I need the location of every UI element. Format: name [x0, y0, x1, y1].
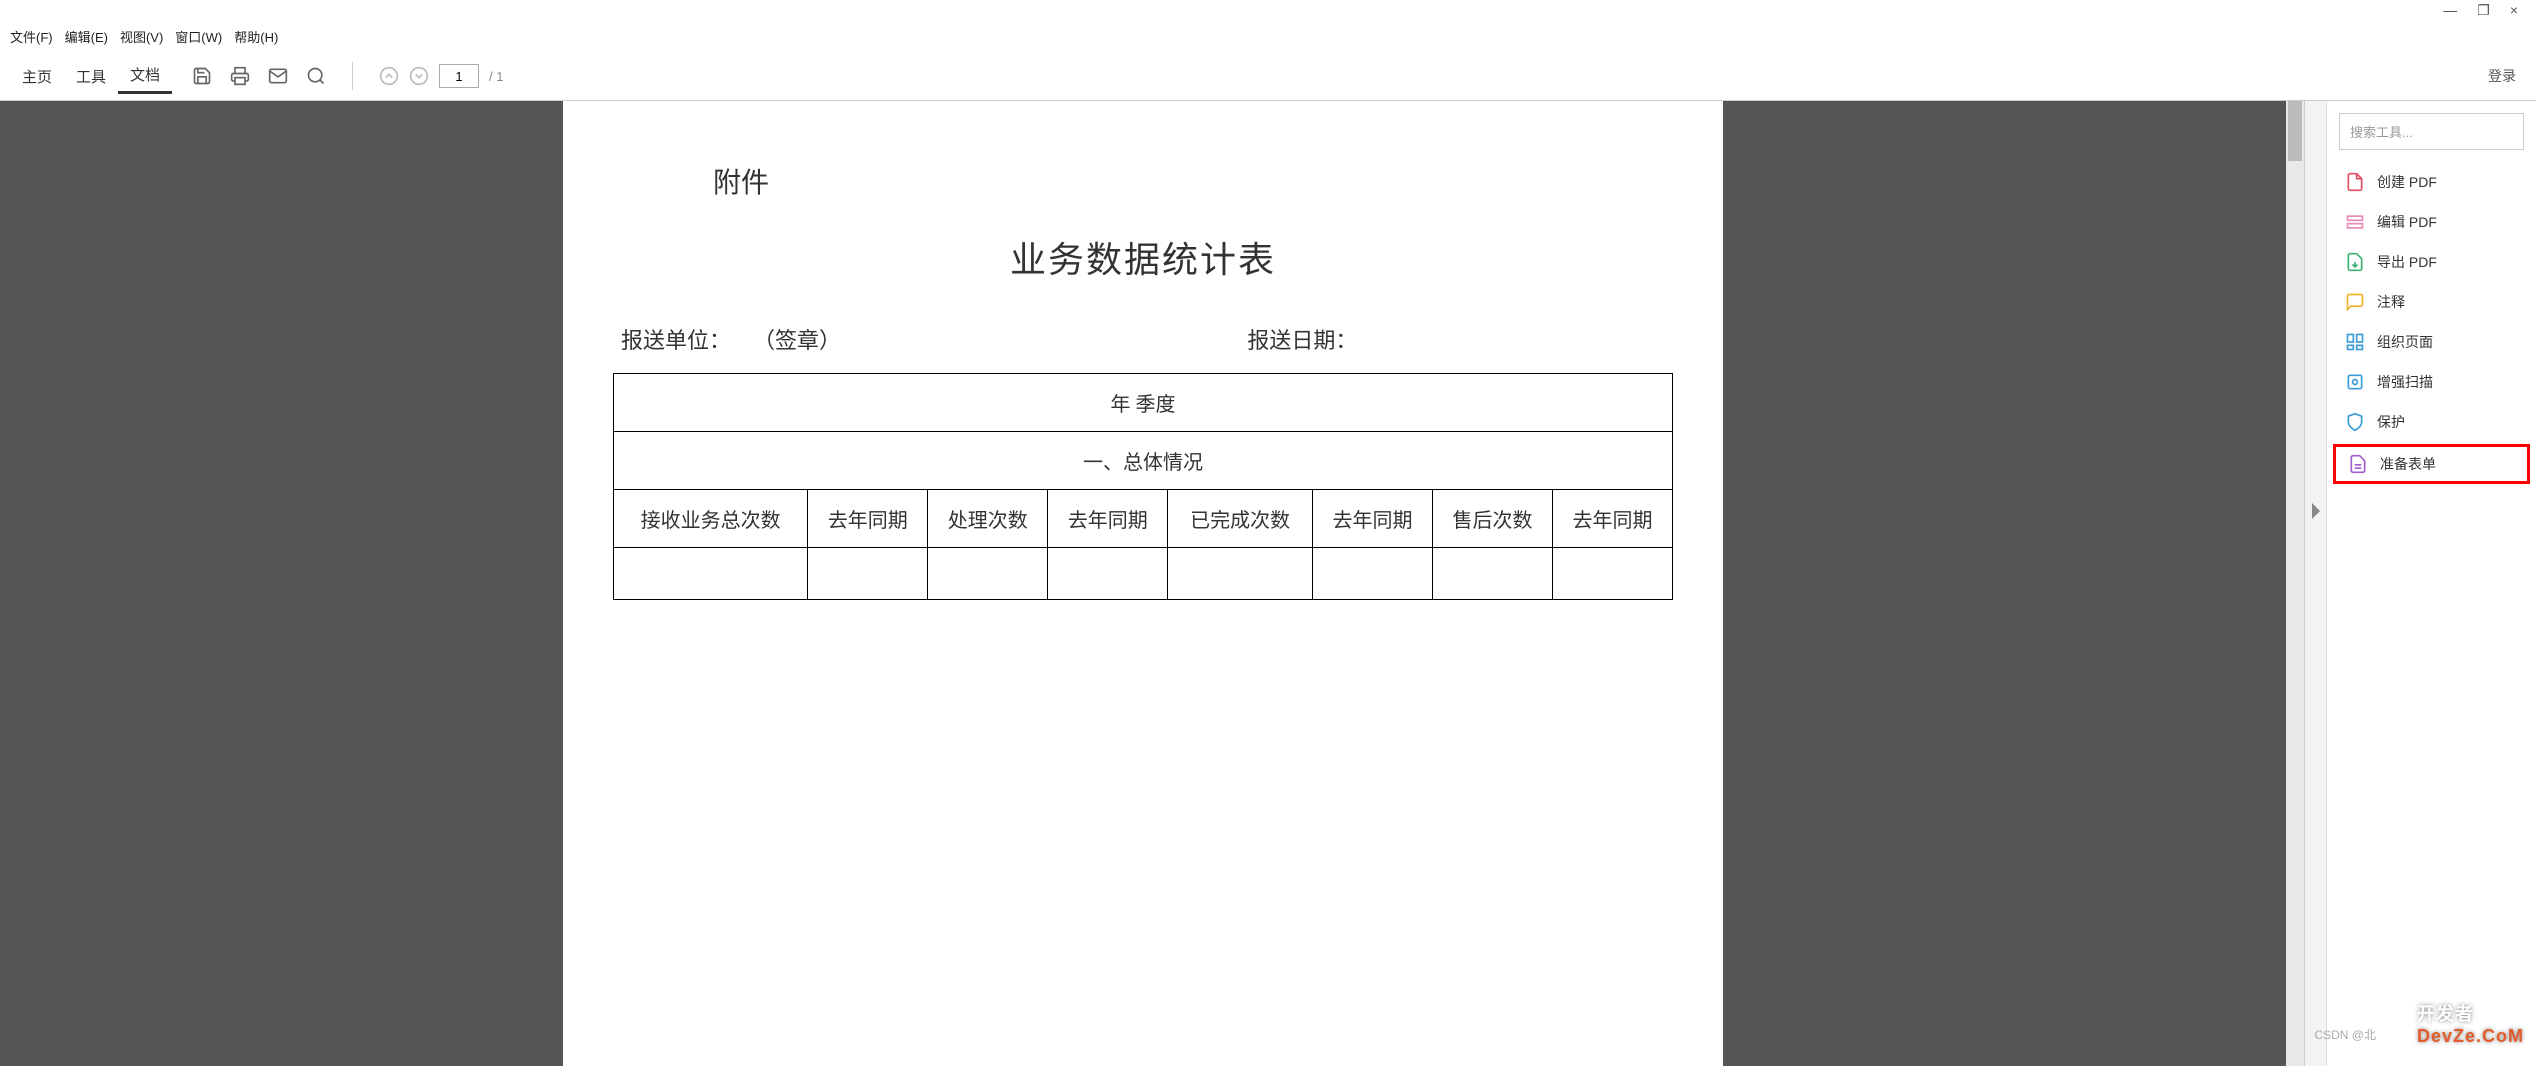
page-down-icon[interactable] — [409, 66, 429, 86]
tool-list: 创建 PDF 编辑 PDF 导出 PDF 注释 — [2327, 162, 2536, 484]
table-header-cell: 处理次数 — [928, 490, 1048, 548]
tool-edit-pdf[interactable]: 编辑 PDF — [2327, 202, 2536, 242]
toolbar-divider — [352, 62, 353, 90]
tool-label: 创建 PDF — [2377, 172, 2437, 192]
table-data-row — [614, 548, 1673, 600]
organize-icon — [2345, 332, 2365, 352]
tool-comment[interactable]: 注释 — [2327, 282, 2536, 322]
login-link[interactable]: 登录 — [2488, 66, 2516, 86]
tab-home[interactable]: 主页 — [10, 60, 64, 93]
tool-label: 组织页面 — [2377, 332, 2433, 352]
search-tools-input[interactable]: 搜索工具... — [2339, 113, 2524, 150]
export-pdf-icon — [2345, 252, 2365, 272]
table-header-cell: 去年同期 — [1048, 490, 1168, 548]
create-pdf-icon — [2345, 172, 2365, 192]
table-header-cell: 去年同期 — [808, 490, 928, 548]
table-cell — [1168, 548, 1313, 600]
csdn-watermark: CSDN @北 — [2314, 1026, 2376, 1043]
form-icon — [2348, 454, 2368, 474]
tool-organize-pages[interactable]: 组织页面 — [2327, 322, 2536, 362]
window-controls: — ❐ × — [0, 0, 2536, 21]
table-cell — [808, 548, 928, 600]
document-canvas[interactable]: 附件 业务数据统计表 报送单位： （签章） 报送日期： 年 季度 一、总体情况 … — [0, 101, 2286, 1066]
restore-button[interactable]: ❐ — [2467, 2, 2500, 19]
pdf-page: 附件 业务数据统计表 报送单位： （签章） 报送日期： 年 季度 一、总体情况 … — [563, 101, 1723, 1066]
main-area: 附件 业务数据统计表 报送单位： （签章） 报送日期： 年 季度 一、总体情况 … — [0, 101, 2536, 1066]
enhance-scan-icon — [2345, 372, 2365, 392]
minimize-button[interactable]: — — [2433, 2, 2467, 19]
attachment-label: 附件 — [713, 161, 1673, 201]
tool-prepare-form[interactable]: 准备表单 — [2333, 444, 2530, 484]
print-icon[interactable] — [230, 66, 250, 86]
table-cell — [614, 548, 808, 600]
edit-pdf-icon — [2345, 212, 2365, 232]
table-header-cell: 售后次数 — [1432, 490, 1552, 548]
brand-watermark: 开发者 DevZe.CoM — [2417, 1000, 2524, 1047]
menu-edit[interactable]: 编辑(E) — [61, 25, 112, 48]
vertical-scrollbar[interactable] — [2286, 101, 2304, 1066]
close-button[interactable]: × — [2500, 2, 2528, 19]
tool-enhance-scan[interactable]: 增强扫描 — [2327, 362, 2536, 402]
menu-view[interactable]: 视图(V) — [116, 25, 167, 48]
table-header-cell: 去年同期 — [1552, 490, 1672, 548]
table-cell — [1432, 548, 1552, 600]
toolbar: 主页 工具 文档 / 1 登录 — [0, 52, 2536, 101]
comment-icon — [2345, 292, 2365, 312]
menu-help[interactable]: 帮助(H) — [230, 25, 282, 48]
table-cell — [928, 548, 1048, 600]
table-cell — [1552, 548, 1672, 600]
tab-tools[interactable]: 工具 — [64, 60, 118, 93]
table-header-row: 接收业务总次数 去年同期 处理次数 去年同期 已完成次数 去年同期 售后次数 去… — [614, 490, 1673, 548]
table-row-overview: 一、总体情况 — [614, 432, 1673, 490]
tool-label: 准备表单 — [2380, 454, 2436, 474]
tool-label: 编辑 PDF — [2377, 212, 2437, 232]
page-total-label: / 1 — [489, 69, 503, 84]
signature-label: （签章） — [753, 328, 841, 353]
menu-file[interactable]: 文件(F) — [6, 25, 57, 48]
tab-document[interactable]: 文档 — [118, 58, 172, 94]
search-icon[interactable] — [306, 66, 326, 86]
collapse-panel-icon[interactable] — [2310, 501, 2322, 521]
tools-panel: 搜索工具... 创建 PDF 编辑 PDF 导出 PDF — [2326, 101, 2536, 1066]
side-collapse-bar — [2304, 101, 2326, 1066]
shield-icon — [2345, 412, 2365, 432]
document-title: 业务数据统计表 — [613, 231, 1673, 283]
table-header-cell: 已完成次数 — [1168, 490, 1313, 548]
save-icon[interactable] — [192, 66, 212, 86]
table-row-period: 年 季度 — [614, 374, 1673, 432]
menubar: 文件(F) 编辑(E) 视图(V) 窗口(W) 帮助(H) — [0, 21, 2536, 52]
report-unit-label: 报送单位： — [621, 328, 731, 353]
page-number-input[interactable] — [439, 64, 479, 88]
tool-protect[interactable]: 保护 — [2327, 402, 2536, 442]
menu-window[interactable]: 窗口(W) — [171, 25, 226, 48]
page-navigation: / 1 — [379, 64, 503, 88]
tool-label: 保护 — [2377, 412, 2405, 432]
statistics-table: 年 季度 一、总体情况 接收业务总次数 去年同期 处理次数 去年同期 已完成次数… — [613, 373, 1673, 600]
table-cell — [1048, 548, 1168, 600]
tool-label: 导出 PDF — [2377, 252, 2437, 272]
tool-label: 增强扫描 — [2377, 372, 2433, 392]
tool-export-pdf[interactable]: 导出 PDF — [2327, 242, 2536, 282]
table-header-cell: 去年同期 — [1312, 490, 1432, 548]
mail-icon[interactable] — [268, 66, 288, 86]
table-header-cell: 接收业务总次数 — [614, 490, 808, 548]
report-meta-line: 报送单位： （签章） 报送日期： — [613, 323, 1673, 355]
tool-create-pdf[interactable]: 创建 PDF — [2327, 162, 2536, 202]
scrollbar-thumb[interactable] — [2288, 101, 2302, 161]
tool-label: 注释 — [2377, 292, 2405, 312]
page-up-icon[interactable] — [379, 66, 399, 86]
table-cell — [1312, 548, 1432, 600]
report-date-label: 报送日期： — [1247, 328, 1357, 353]
